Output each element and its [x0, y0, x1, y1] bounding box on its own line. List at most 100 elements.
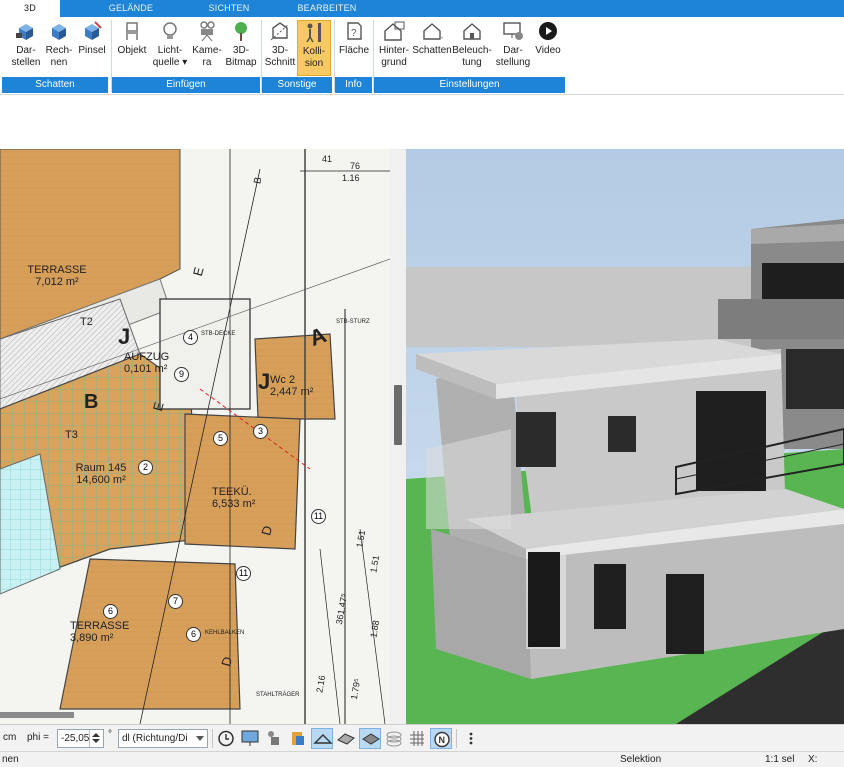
monitor-button[interactable] — [239, 728, 261, 749]
section-icon — [270, 22, 290, 41]
plan-marker[interactable]: 3 — [253, 424, 268, 439]
house-shadow-icon — [423, 23, 443, 40]
grid-icon — [410, 731, 424, 746]
darstellung-label-2: stellung — [495, 57, 531, 68]
grid-button[interactable] — [406, 728, 428, 749]
schnitt3d-button[interactable]: 3D- Schnitt — [263, 20, 297, 76]
group-einstellungen: Einstellungen — [374, 77, 565, 93]
plan-label-t3: T3 — [65, 429, 78, 441]
plan-marker[interactable]: 6 — [186, 627, 201, 642]
north-button[interactable]: N — [430, 728, 452, 749]
dl-select-value: dl (Richtung/Di — [122, 733, 188, 744]
beleuchtung-label-1: Beleuch- — [452, 45, 492, 56]
more-icon — [469, 732, 473, 745]
view-splitter[interactable] — [390, 149, 406, 724]
lightbulb-icon — [163, 22, 177, 39]
objekt-button[interactable]: Objekt — [115, 20, 149, 76]
house-background-icon — [384, 21, 405, 41]
dimension-label: 76 — [350, 161, 361, 171]
collision-icon — [306, 23, 321, 43]
room-area: 6,533 m² — [212, 498, 256, 510]
house-light-icon — [463, 23, 481, 40]
plan-marker[interactable]: 11 — [311, 509, 326, 524]
pinsel-button[interactable]: Pinsel — [76, 20, 108, 76]
video-button[interactable]: Video — [533, 20, 563, 76]
plan-marker[interactable]: 2 — [138, 460, 153, 475]
kollision-label-1: Kolli- — [302, 46, 326, 57]
plan-marker[interactable]: 5 — [213, 431, 228, 446]
kollision-label-2: sion — [304, 58, 324, 69]
section-letter-b: B — [84, 391, 99, 413]
phi-stepper[interactable] — [89, 730, 102, 747]
bitmap3d-label-1: 3D- — [232, 45, 250, 56]
toolbar-separator — [212, 729, 213, 748]
beleuchtung-button[interactable]: Beleuch- tung — [452, 20, 492, 76]
plan-marker[interactable]: 9 — [174, 367, 189, 382]
hintergrund-button[interactable]: Hinter- grund — [376, 20, 412, 76]
tab-3d[interactable]: 3D — [0, 0, 60, 17]
kamera-button[interactable]: Kame- ra — [191, 20, 223, 76]
play-circle-icon — [539, 22, 557, 40]
plan-label-stb-decke: STB-DECKE — [201, 331, 236, 337]
room-wc2[interactable]: Wc 2 2,447 m² — [270, 374, 313, 398]
tab-gelaende[interactable]: GELÄNDE — [96, 0, 166, 17]
kollision-button[interactable]: Kolli- sion — [297, 20, 331, 76]
plan-marker[interactable]: 4 — [183, 330, 198, 345]
view-button[interactable] — [311, 728, 333, 749]
plan-marker[interactable]: 7 — [168, 594, 183, 609]
clock-button[interactable] — [215, 728, 237, 749]
layer-button[interactable] — [359, 728, 381, 749]
plan-marker[interactable]: 11 — [236, 566, 251, 581]
stepper-up-icon[interactable] — [92, 733, 100, 737]
plan-marker[interactable]: 6 — [103, 604, 118, 619]
pinsel-label: Pinsel — [78, 45, 106, 56]
beleuchtung-label-2: tung — [462, 57, 482, 68]
stack-button[interactable] — [383, 728, 405, 749]
dl-dropdown-arrow-icon[interactable] — [196, 736, 204, 741]
lichtquelle-button[interactable]: Licht- quelle ▾ — [151, 20, 189, 76]
group-info: Info — [335, 77, 372, 93]
dl-select[interactable]: dl (Richtung/Di — [118, 729, 208, 748]
section-letter-j: J — [118, 324, 131, 349]
cube-brush-icon — [85, 21, 102, 40]
kamera-label-1: Kame- — [192, 45, 222, 56]
splitter-grip[interactable] — [394, 385, 402, 445]
darstellen-label-2: stellen — [11, 57, 41, 68]
hintergrund-label-2: grund — [381, 57, 407, 68]
flaeche-button[interactable]: ? Fläche — [337, 20, 371, 76]
stepper-down-icon[interactable] — [92, 739, 100, 743]
room-terrasse-upper[interactable]: TERRASSE 7,012 m² — [22, 264, 92, 288]
room-name: AUFZUG — [124, 351, 170, 363]
tab-bearbeiten[interactable]: BEARBEITEN — [288, 0, 366, 17]
schatten-settings-button[interactable]: Schatten — [412, 20, 452, 76]
north-icon: N — [434, 731, 450, 748]
plan-horizontal-scrollbar[interactable] — [0, 712, 74, 718]
cube-render-icon — [16, 24, 33, 40]
floor-plan-view[interactable]: TERRASSE 7,012 m² AUFZUG 0,101 m² Wc 2 2… — [0, 149, 390, 724]
plan-label-stb-sturz: STB-STURZ — [336, 319, 370, 325]
room-raum145[interactable]: Raum 145 14,600 m² — [66, 462, 136, 486]
monitor-icon — [241, 730, 259, 746]
objekt-label: Objekt — [117, 45, 147, 56]
tab-sichten[interactable]: SICHTEN — [194, 0, 264, 17]
render-button[interactable] — [335, 728, 357, 749]
bottom-toolbar: cm phi = -25,05 ° dl (Richtung/Di N — [0, 724, 844, 751]
3d-view[interactable] — [406, 149, 844, 724]
darstellung-button[interactable]: Dar- stellung — [493, 20, 533, 76]
rechnen-button[interactable]: Rech- nen — [44, 20, 74, 76]
ribbon: Dar- stellen Rech- nen Pinsel Schatten O… — [0, 17, 844, 95]
bitmap3d-button[interactable]: 3D- Bitmap — [224, 20, 258, 76]
tool-button[interactable] — [263, 728, 285, 749]
schatten-settings-label: Schatten — [412, 45, 452, 56]
degree-label: ° — [108, 729, 112, 740]
more-button[interactable] — [460, 728, 482, 749]
room-teekueche[interactable]: TEEKÜ. 6,533 m² — [212, 486, 255, 510]
3d-render-canvas[interactable] — [406, 149, 844, 724]
darstellen-button[interactable]: Dar- stellen — [10, 20, 42, 76]
schnitt3d-label-1: 3D- — [271, 45, 289, 56]
paint-icon — [292, 732, 304, 745]
room-aufzug[interactable]: AUFZUG 0,101 m² — [124, 351, 169, 375]
paint-button[interactable] — [287, 728, 309, 749]
video-label: Video — [535, 45, 561, 56]
room-terrasse-lower[interactable]: TERRASSE 3,890 m² — [70, 620, 129, 644]
